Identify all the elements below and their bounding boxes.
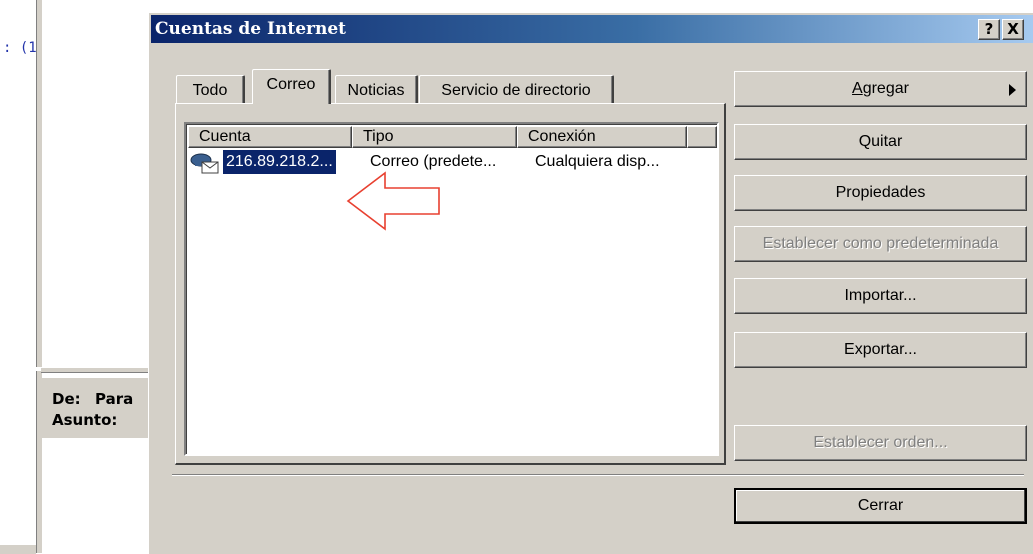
column-header-conexion-label: Conexión: [528, 128, 596, 145]
export-button-label: Exportar...: [844, 341, 917, 358]
add-button-label: Agregar: [852, 80, 909, 97]
close-button[interactable]: Cerrar: [734, 488, 1027, 524]
column-header-tipo[interactable]: Tipo: [352, 126, 517, 148]
background-divider: [41, 367, 151, 373]
dialog-title: Cuentas de Internet: [155, 19, 347, 39]
mail-account-icon: [190, 152, 220, 174]
tab-correo-label: Correo: [266, 76, 316, 93]
submenu-arrow-icon: [1009, 84, 1016, 96]
remove-button[interactable]: Quitar: [734, 124, 1027, 160]
accounts-list[interactable]: Cuenta Tipo Conexión 216.89.218.2... Cor…: [184, 122, 719, 456]
column-header-cuenta-label: Cuenta: [199, 128, 251, 145]
set-default-button-label: Establecer como predeterminada: [762, 235, 999, 252]
column-header-conexion[interactable]: Conexión: [517, 126, 687, 148]
account-name-cell[interactable]: 216.89.218.2...: [223, 150, 336, 174]
properties-button-label: Propiedades: [835, 184, 926, 201]
tab-servicio-directorio-label: Servicio de directorio: [441, 82, 591, 99]
set-order-button-label: Establecer orden...: [813, 434, 948, 451]
remove-button-label: Quitar: [858, 133, 903, 150]
account-row[interactable]: 216.89.218.2... Correo (predete... Cualq…: [190, 150, 710, 174]
close-button-label: Cerrar: [857, 497, 904, 514]
from-label: De:: [52, 390, 81, 408]
tab-todo[interactable]: Todo: [176, 75, 245, 106]
background-code-fragment: : (1: [3, 40, 37, 56]
set-default-button[interactable]: Establecer como predeterminada: [734, 226, 1027, 262]
export-button[interactable]: Exportar...: [734, 332, 1027, 368]
import-button-label: Importar...: [844, 287, 917, 304]
dialog-titlebar[interactable]: Cuentas de Internet ? X: [151, 15, 1033, 43]
set-order-button[interactable]: Establecer orden...: [734, 425, 1027, 461]
tab-noticias-label: Noticias: [347, 82, 405, 99]
tab-noticias[interactable]: Noticias: [335, 75, 418, 106]
background-splitter[interactable]: [36, 0, 43, 367]
annotation-arrow: [346, 171, 440, 231]
import-button[interactable]: Importar...: [734, 278, 1027, 314]
subject-label: Asunto:: [52, 411, 118, 429]
column-header-tipo-label: Tipo: [363, 128, 394, 145]
close-icon[interactable]: X: [1002, 19, 1024, 40]
to-label: Para: [95, 390, 134, 408]
tab-correo[interactable]: Correo: [252, 69, 331, 104]
dialog-separator: [172, 474, 1024, 476]
tab-todo-label: Todo: [192, 82, 228, 99]
properties-button[interactable]: Propiedades: [734, 175, 1027, 211]
column-header-filler: [687, 126, 717, 148]
account-connection-cell: Cualquiera disp...: [535, 153, 660, 170]
column-header-cuenta[interactable]: Cuenta: [188, 126, 352, 148]
help-button[interactable]: ?: [978, 19, 1000, 40]
tab-servicio-directorio[interactable]: Servicio de directorio: [419, 75, 614, 106]
add-button[interactable]: Agregar: [734, 71, 1027, 107]
background-message-header: De: Para Asunto:: [41, 378, 151, 438]
